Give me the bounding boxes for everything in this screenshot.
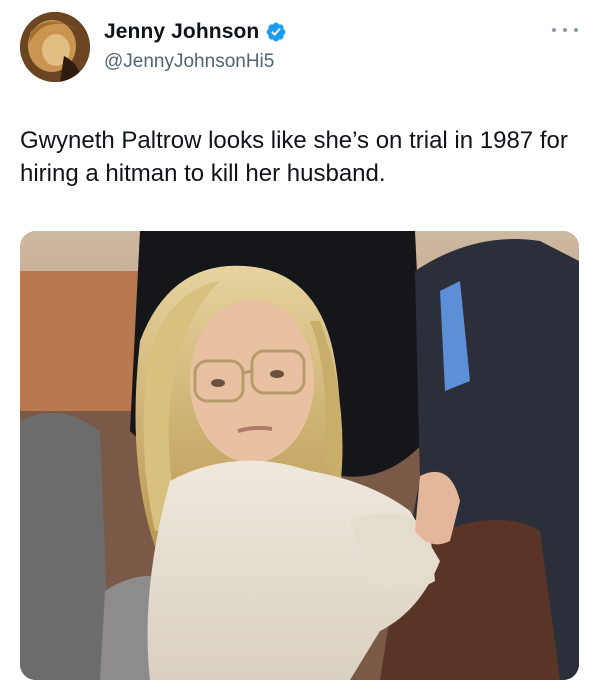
author-name-row: Jenny Johnson — [104, 20, 287, 44]
dot — [574, 28, 578, 32]
avatar-image — [20, 12, 90, 82]
dot — [563, 28, 567, 32]
photo-courtroom-image — [20, 231, 579, 680]
author-display-name[interactable]: Jenny Johnson — [104, 20, 259, 44]
verified-badge-icon — [265, 21, 287, 43]
author-handle[interactable]: @JennyJohnsonHi5 — [104, 51, 274, 73]
tweet-photo[interactable] — [20, 231, 579, 680]
more-options-icon[interactable] — [552, 22, 578, 38]
tweet-card: Jenny Johnson @JennyJohnsonHi5 Gwyneth P… — [0, 0, 599, 696]
avatar[interactable] — [20, 12, 90, 82]
tweet-text: Gwyneth Paltrow looks like she’s on tria… — [20, 127, 568, 187]
dot — [552, 28, 556, 32]
